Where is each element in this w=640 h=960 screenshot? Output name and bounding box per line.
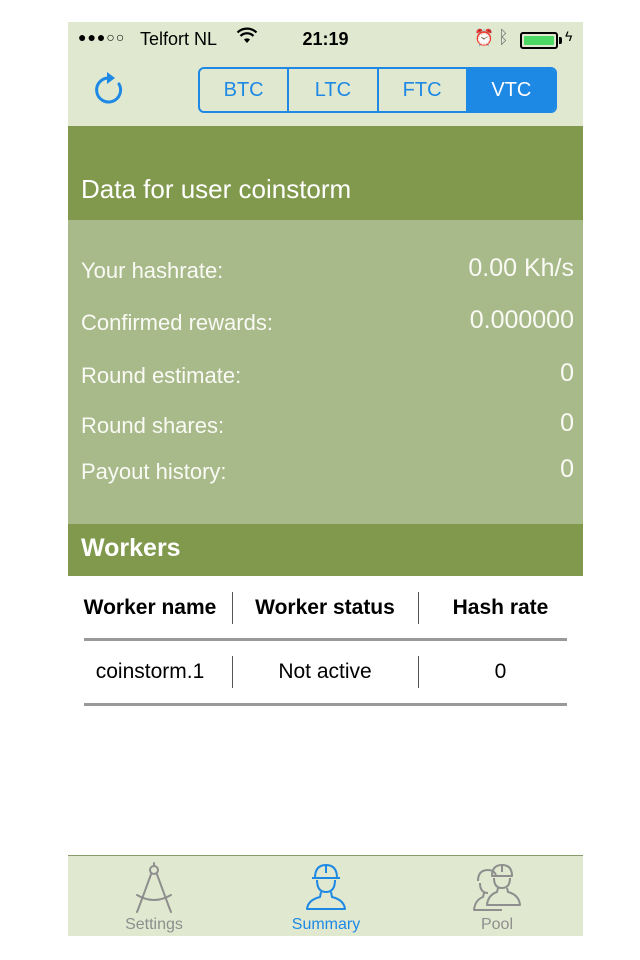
table-divider [84,638,567,641]
column-header-worker-name: Worker name [83,596,217,619]
workers-title: Workers [81,534,181,562]
coin-segmented-control: BTC LTC FTC VTC [198,67,557,113]
refresh-button[interactable] [90,70,128,108]
alarm-icon: ⏰ [474,30,494,47]
tab-label: Pool [480,916,514,933]
segment-ftc[interactable]: FTC [379,69,468,111]
compass-icon [136,862,172,913]
workers-header: Workers [68,524,583,576]
worker-status-cell: Not active [278,660,372,683]
stat-value: 0 [560,455,574,483]
refresh-icon [95,72,123,104]
battery-icon [520,32,562,49]
tab-settings[interactable]: Settings [68,856,240,936]
stat-value: 0.000000 [469,306,574,334]
bluetooth-icon: ᛒ [498,27,509,47]
stat-label: Round shares: [81,413,225,438]
table-divider [84,703,567,706]
hash-rate-cell: 0 [494,660,507,683]
column-header-worker-status: Worker status [255,596,395,619]
segment-btc[interactable]: BTC [200,69,290,111]
tab-label: Summary [291,916,361,933]
tab-bar: Settings Summary Pool [68,855,583,936]
tab-pool[interactable]: Pool [411,856,583,936]
user-data-header: Data for user coinstorm [68,126,583,220]
stat-label: Confirmed rewards: [81,310,273,335]
tab-label: Settings [125,916,183,933]
charging-icon: ϟ [565,28,573,44]
stat-value: 0 [560,359,574,387]
status-bar: ●●●○○ Telfort NL 21:19 ⏰ ᛒ ϟ [68,22,583,56]
stat-value: 0.00 Kh/s [468,254,574,282]
column-header-hash-rate: Hash rate [452,596,549,619]
worker-icon [306,864,346,910]
tab-summary[interactable]: Summary [240,856,412,936]
segment-ltc[interactable]: LTC [289,69,379,111]
top-bar: ●●●○○ Telfort NL 21:19 ⏰ ᛒ ϟ BTC LTC FTC… [68,22,583,127]
workers-group-icon [473,864,521,911]
user-data-title: Data for user coinstorm [81,174,352,204]
app-screen: ●●●○○ Telfort NL 21:19 ⏰ ᛒ ϟ BTC LTC FTC… [68,22,583,936]
stat-value: 0 [560,409,574,437]
stat-label: Your hashrate: [81,258,224,283]
stat-label: Round estimate: [81,363,242,388]
worker-name-cell: coinstorm.1 [95,660,205,683]
stat-label: Payout history: [81,459,227,484]
segment-vtc[interactable]: VTC [467,69,555,111]
user-stats-panel: Your hashrate: 0.00 Kh/s Confirmed rewar… [68,220,583,524]
